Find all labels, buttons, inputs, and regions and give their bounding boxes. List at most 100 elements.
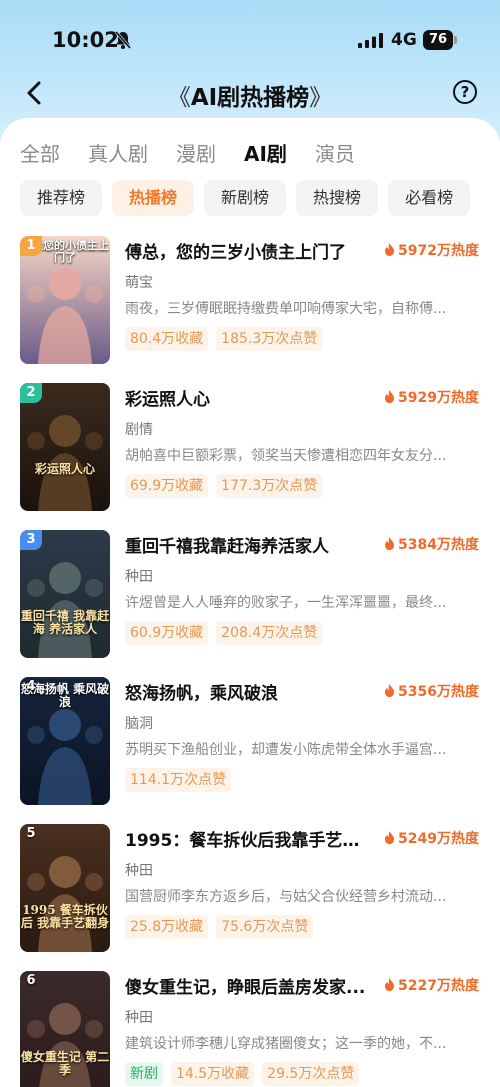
drama-title[interactable]: 傻女重生记，睁眼后盖房发家...: [125, 973, 375, 998]
flame-icon: [385, 537, 394, 550]
drama-title[interactable]: 1995：餐车拆伙后我靠手艺翻身: [125, 826, 375, 851]
category-tab-0[interactable]: 全部: [20, 138, 60, 168]
drama-stats: 新剧 14.5万收藏 29.5万次点赞: [125, 1062, 367, 1086]
heat-score: 5249万热度: [384, 828, 490, 848]
drama-cover-image[interactable]: 彩运照人心 2: [20, 383, 110, 511]
cover-caption: 1995 餐车拆伙后 我靠手艺翻身: [20, 903, 110, 930]
drama-cover-image[interactable]: 傅总您的小债主上门了 1: [20, 236, 110, 364]
drama-description: 建筑设计师李穗儿穿成猪圈傻女；这一季的她，不...: [125, 1036, 447, 1052]
flame-icon: [385, 390, 394, 403]
category-tab-3[interactable]: AI剧: [244, 138, 287, 168]
drama-genre: 种田: [125, 1010, 153, 1026]
drama-description: 雨夜，三岁傅眠眠持缴费单叩响傅家大宅，自称傅...: [125, 301, 447, 317]
heat-value: 5356万热度: [398, 684, 479, 700]
signal-icon: [358, 33, 383, 48]
rank-tabs: 推荐榜 热播榜 新剧榜 热搜榜 必看榜: [20, 180, 480, 216]
drama-cover-image[interactable]: 傻女重生记 第二季 6: [20, 971, 110, 1087]
drama-genre: 种田: [125, 863, 153, 879]
drama-description: 国营厨师李东方返乡后，与姑父合伙经营乡村流动...: [125, 889, 447, 905]
drama-cover-image[interactable]: 重回千禧 我靠赶海 养活家人 3: [20, 530, 110, 658]
page-title-text: AI剧热播榜: [190, 85, 310, 111]
stat-tag: 60.9万收藏: [125, 621, 209, 645]
stat-tag: 114.1万次点赞: [125, 768, 232, 792]
new-badge: 新剧: [125, 1062, 163, 1086]
drama-genre: 剧情: [125, 422, 153, 438]
rank-tab-4[interactable]: 必看榜: [388, 180, 471, 216]
drama-description: 胡帕喜中巨额彩票，领奖当天惨遭相恋四年女友分...: [125, 448, 447, 464]
drama-list-item[interactable]: 傅总您的小债主上门了 1 傅总，您的三岁小债主上门了 5972万热度萌宝雨夜，三岁傅眠…: [20, 236, 490, 364]
flame-icon: [385, 831, 394, 844]
heat-value: 5227万热度: [398, 978, 479, 994]
rank-tab-0[interactable]: 推荐榜: [20, 180, 103, 216]
stat-tag: 177.3万次点赞: [216, 474, 323, 498]
drama-title[interactable]: 傅总，您的三岁小债主上门了: [125, 238, 375, 263]
drama-title[interactable]: 重回千禧我靠赶海养活家人: [125, 532, 375, 557]
heat-value: 5249万热度: [398, 831, 479, 847]
stat-tag: 75.6万次点赞: [216, 915, 314, 939]
stat-tag: 208.4万次点赞: [216, 621, 323, 645]
rank-badge: 3: [20, 530, 42, 550]
drama-list-item[interactable]: 傻女重生记 第二季 6 傻女重生记，睁眼后盖房发家... 5227万热度种田建筑设计师…: [20, 971, 490, 1087]
drama-genre: 种田: [125, 569, 153, 585]
title-right-decoration: 》: [309, 85, 333, 111]
heat-score: 5227万热度: [384, 975, 490, 995]
category-tabs: 全部 真人剧 漫剧 AI剧 演员: [20, 138, 383, 168]
drama-description: 许煜曾是人人唾弃的败家子，一生浑浑噩噩，最终...: [125, 595, 447, 611]
page-title: 《AI剧热播榜》: [0, 78, 500, 112]
drama-list-item[interactable]: 1995 餐车拆伙后 我靠手艺翻身 5 1995：餐车拆伙后我靠手艺翻身 5249万热…: [20, 824, 490, 952]
stat-tag: 69.9万收藏: [125, 474, 209, 498]
battery-tip: [454, 36, 457, 44]
rank-badge: 1: [20, 236, 42, 256]
battery-icon: 76: [423, 30, 453, 50]
drama-stats: 114.1万次点赞: [125, 768, 239, 792]
cover-caption: 傻女重生记 第二季: [20, 1050, 110, 1077]
category-tab-4[interactable]: 演员: [315, 138, 355, 168]
drama-cover-image[interactable]: 怒海扬帆 乘风破浪 4: [20, 677, 110, 805]
category-tab-1[interactable]: 真人剧: [88, 138, 148, 168]
status-time: 10:02: [52, 28, 119, 52]
heat-value: 5384万热度: [398, 537, 479, 553]
network-type: 4G: [391, 30, 417, 50]
drama-stats: 60.9万收藏 208.4万次点赞: [125, 621, 330, 645]
drama-list-item[interactable]: 重回千禧 我靠赶海 养活家人 3 重回千禧我靠赶海养活家人 5384万热度种田许煜曾是…: [20, 530, 490, 658]
flame-icon: [385, 684, 394, 697]
heat-score: 5929万热度: [384, 387, 490, 407]
heat-score: 5972万热度: [384, 240, 490, 260]
flame-icon: [385, 243, 394, 256]
flame-icon: [385, 978, 394, 991]
rank-tab-1[interactable]: 热播榜: [112, 180, 195, 216]
stat-tag: 25.8万收藏: [125, 915, 209, 939]
category-tab-2[interactable]: 漫剧: [176, 138, 216, 168]
stat-tag: 14.5万收藏: [171, 1062, 255, 1086]
status-bar: 10:02 4G 76: [0, 0, 500, 80]
drama-cover-image[interactable]: 1995 餐车拆伙后 我靠手艺翻身 5: [20, 824, 110, 952]
rank-badge: 2: [20, 383, 42, 403]
heat-value: 5972万热度: [398, 243, 479, 259]
heat-score: 5356万热度: [384, 681, 490, 701]
heat-value: 5929万热度: [398, 390, 479, 406]
stat-tag: 80.4万收藏: [125, 327, 209, 351]
rank-tab-3[interactable]: 热搜榜: [296, 180, 379, 216]
mute-bell-icon: [114, 31, 132, 49]
drama-title[interactable]: 怒海扬帆，乘风破浪: [125, 679, 375, 704]
cover-caption: 重回千禧 我靠赶海 养活家人: [20, 609, 110, 636]
drama-genre: 脑洞: [125, 716, 153, 732]
cover-caption: 彩运照人心: [34, 462, 95, 476]
rank-tab-2[interactable]: 新剧榜: [204, 180, 287, 216]
drama-description: 苏明买下渔船创业，却遭发小陈虎带全体水手逼宫...: [125, 742, 447, 758]
rank-badge: 5: [26, 826, 36, 841]
drama-genre: 萌宝: [125, 275, 153, 291]
heat-score: 5384万热度: [384, 534, 490, 554]
drama-stats: 69.9万收藏 177.3万次点赞: [125, 474, 330, 498]
drama-list-item[interactable]: 彩运照人心 2 彩运照人心 5929万热度剧情胡帕喜中巨额彩票，领奖当天惨遭相恋四年女…: [20, 383, 490, 511]
title-left-decoration: 《: [167, 85, 191, 111]
stat-tag: 185.3万次点赞: [216, 327, 323, 351]
drama-title[interactable]: 彩运照人心: [125, 385, 375, 410]
content-card: 全部 真人剧 漫剧 AI剧 演员 推荐榜 热播榜 新剧榜 热搜榜 必看榜 傅总您的小债主上门了 1…: [0, 118, 500, 1087]
drama-stats: 80.4万收藏 185.3万次点赞: [125, 327, 330, 351]
rank-badge: 4: [26, 679, 36, 694]
help-button[interactable]: ?: [453, 80, 477, 104]
drama-list-item[interactable]: 怒海扬帆 乘风破浪 4 怒海扬帆，乘风破浪 5356万热度脑洞苏明买下渔船创业，却遭发…: [20, 677, 490, 805]
rank-badge: 6: [26, 973, 36, 988]
drama-stats: 25.8万收藏 75.6万次点赞: [125, 915, 321, 939]
